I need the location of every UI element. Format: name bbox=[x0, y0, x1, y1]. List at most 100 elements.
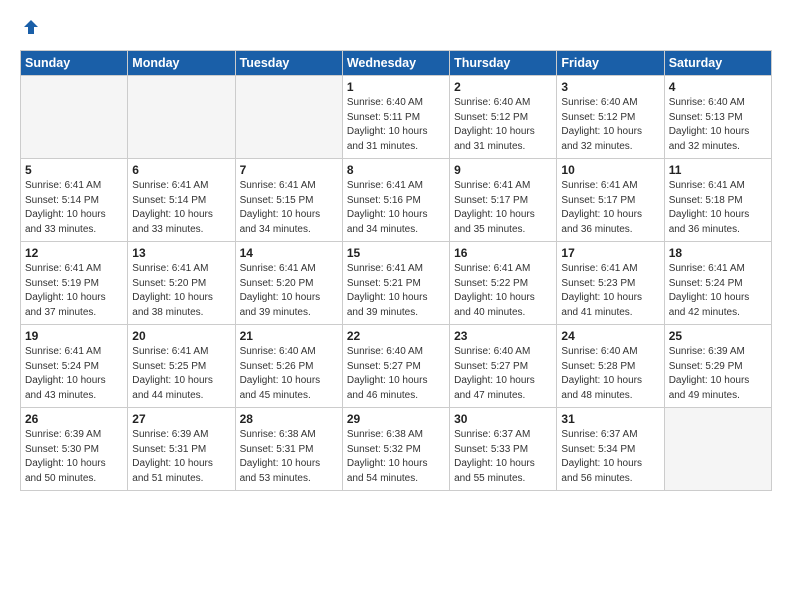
day-number: 24 bbox=[561, 329, 659, 343]
calendar-cell: 11Sunrise: 6:41 AMSunset: 5:18 PMDayligh… bbox=[664, 159, 771, 242]
calendar-cell: 6Sunrise: 6:41 AMSunset: 5:14 PMDaylight… bbox=[128, 159, 235, 242]
calendar-week-1: 1Sunrise: 6:40 AMSunset: 5:11 PMDaylight… bbox=[21, 76, 772, 159]
day-number: 7 bbox=[240, 163, 338, 177]
day-info: Sunrise: 6:40 AMSunset: 5:27 PMDaylight:… bbox=[347, 345, 445, 403]
calendar-cell: 1Sunrise: 6:40 AMSunset: 5:11 PMDaylight… bbox=[342, 76, 449, 159]
weekday-header-thursday: Thursday bbox=[450, 51, 557, 76]
day-number: 27 bbox=[132, 412, 230, 426]
day-info: Sunrise: 6:39 AMSunset: 5:31 PMDaylight:… bbox=[132, 428, 230, 486]
calendar-cell: 2 Sunrise: 6:40 AMSunset: 5:12 PMDaylight… bbox=[450, 76, 557, 159]
day-number: 29 bbox=[347, 412, 445, 426]
day-info: Sunrise: 6:41 AMSunset: 5:17 PMDaylight:… bbox=[454, 179, 552, 237]
calendar-cell: 9 Sunrise: 6:41 AMSunset: 5:17 PMDaylight… bbox=[450, 159, 557, 242]
day-number: 8 bbox=[347, 163, 445, 177]
calendar-cell: 31 Sunrise: 6:37 AMSunset: 5:34 PMDayligh… bbox=[557, 408, 664, 491]
day-number: 4 bbox=[669, 80, 767, 94]
calendar-cell: 25 Sunrise: 6:39 AMSunset: 5:29 PMDayligh… bbox=[664, 325, 771, 408]
day-info: Sunrise: 6:41 AMSunset: 5:21 PMDaylight:… bbox=[347, 262, 445, 320]
calendar-cell: 26 Sunrise: 6:39 AMSunset: 5:30 PMDayligh… bbox=[21, 408, 128, 491]
day-number: 30 bbox=[454, 412, 552, 426]
day-number: 25 bbox=[669, 329, 767, 343]
day-info: Sunrise: 6:41 AMSunset: 5:17 PMDaylight:… bbox=[561, 179, 659, 237]
calendar-cell: 5 Sunrise: 6:41 AMSunset: 5:14 PMDaylight… bbox=[21, 159, 128, 242]
weekday-header-tuesday: Tuesday bbox=[235, 51, 342, 76]
day-info: Sunrise: 6:40 AMSunset: 5:27 PMDaylight:… bbox=[454, 345, 552, 403]
calendar-cell bbox=[235, 76, 342, 159]
day-info: Sunrise: 6:40 AMSunset: 5:12 PMDaylight:… bbox=[454, 96, 552, 154]
day-info: Sunrise: 6:41 AMSunset: 5:24 PMDaylight:… bbox=[669, 262, 767, 320]
day-info: Sunrise: 6:41 AMSunset: 5:18 PMDaylight:… bbox=[669, 179, 767, 237]
weekday-header-saturday: Saturday bbox=[664, 51, 771, 76]
calendar-cell: 13 Sunrise: 6:41 AMSunset: 5:20 PMDayligh… bbox=[128, 242, 235, 325]
day-number: 13 bbox=[132, 246, 230, 260]
calendar-cell: 29 Sunrise: 6:38 AMSunset: 5:32 PMDayligh… bbox=[342, 408, 449, 491]
day-number: 31 bbox=[561, 412, 659, 426]
day-number: 17 bbox=[561, 246, 659, 260]
calendar-week-3: 12Sunrise: 6:41 AMSunset: 5:19 PMDayligh… bbox=[21, 242, 772, 325]
calendar-cell: 30 Sunrise: 6:37 AMSunset: 5:33 PMDayligh… bbox=[450, 408, 557, 491]
calendar-cell: 16 Sunrise: 6:41 AMSunset: 5:22 PMDayligh… bbox=[450, 242, 557, 325]
day-info: Sunrise: 6:41 AMSunset: 5:20 PMDaylight:… bbox=[132, 262, 230, 320]
day-info: Sunrise: 6:38 AMSunset: 5:31 PMDaylight:… bbox=[240, 428, 338, 486]
day-number: 6 bbox=[132, 163, 230, 177]
day-info: Sunrise: 6:38 AMSunset: 5:32 PMDaylight:… bbox=[347, 428, 445, 486]
day-number: 3 bbox=[561, 80, 659, 94]
day-number: 1 bbox=[347, 80, 445, 94]
calendar-week-4: 19Sunrise: 6:41 AMSunset: 5:24 PMDayligh… bbox=[21, 325, 772, 408]
calendar: SundayMondayTuesdayWednesdayThursdayFrid… bbox=[20, 50, 772, 491]
day-number: 10 bbox=[561, 163, 659, 177]
day-number: 28 bbox=[240, 412, 338, 426]
day-info: Sunrise: 6:41 AMSunset: 5:15 PMDaylight:… bbox=[240, 179, 338, 237]
calendar-cell: 21 Sunrise: 6:40 AMSunset: 5:26 PMDayligh… bbox=[235, 325, 342, 408]
day-info: Sunrise: 6:41 AMSunset: 5:14 PMDaylight:… bbox=[25, 179, 123, 237]
weekday-header-friday: Friday bbox=[557, 51, 664, 76]
calendar-cell: 3 Sunrise: 6:40 AMSunset: 5:12 PMDaylight… bbox=[557, 76, 664, 159]
calendar-cell: 22 Sunrise: 6:40 AMSunset: 5:27 PMDayligh… bbox=[342, 325, 449, 408]
day-info: Sunrise: 6:40 AMSunset: 5:26 PMDaylight:… bbox=[240, 345, 338, 403]
calendar-cell: 15 Sunrise: 6:41 AMSunset: 5:21 PMDayligh… bbox=[342, 242, 449, 325]
calendar-week-2: 5 Sunrise: 6:41 AMSunset: 5:14 PMDaylight… bbox=[21, 159, 772, 242]
weekday-header-row: SundayMondayTuesdayWednesdayThursdayFrid… bbox=[21, 51, 772, 76]
calendar-cell: 17 Sunrise: 6:41 AMSunset: 5:23 PMDayligh… bbox=[557, 242, 664, 325]
calendar-cell: 7 Sunrise: 6:41 AMSunset: 5:15 PMDaylight… bbox=[235, 159, 342, 242]
day-number: 5 bbox=[25, 163, 123, 177]
day-number: 9 bbox=[454, 163, 552, 177]
weekday-header-wednesday: Wednesday bbox=[342, 51, 449, 76]
calendar-cell: 14Sunrise: 6:41 AMSunset: 5:20 PMDayligh… bbox=[235, 242, 342, 325]
day-info: Sunrise: 6:40 AMSunset: 5:12 PMDaylight:… bbox=[561, 96, 659, 154]
day-info: Sunrise: 6:37 AMSunset: 5:33 PMDaylight:… bbox=[454, 428, 552, 486]
day-info: Sunrise: 6:39 AMSunset: 5:30 PMDaylight:… bbox=[25, 428, 123, 486]
day-number: 16 bbox=[454, 246, 552, 260]
calendar-cell: 27 Sunrise: 6:39 AMSunset: 5:31 PMDayligh… bbox=[128, 408, 235, 491]
day-info: Sunrise: 6:40 AMSunset: 5:13 PMDaylight:… bbox=[669, 96, 767, 154]
day-info: Sunrise: 6:39 AMSunset: 5:29 PMDaylight:… bbox=[669, 345, 767, 403]
page: SundayMondayTuesdayWednesdayThursdayFrid… bbox=[0, 0, 792, 509]
day-number: 19 bbox=[25, 329, 123, 343]
day-number: 22 bbox=[347, 329, 445, 343]
day-info: Sunrise: 6:41 AMSunset: 5:22 PMDaylight:… bbox=[454, 262, 552, 320]
calendar-cell: 4 Sunrise: 6:40 AMSunset: 5:13 PMDaylight… bbox=[664, 76, 771, 159]
day-number: 2 bbox=[454, 80, 552, 94]
day-number: 23 bbox=[454, 329, 552, 343]
calendar-body: 1Sunrise: 6:40 AMSunset: 5:11 PMDaylight… bbox=[21, 76, 772, 491]
day-info: Sunrise: 6:41 AMSunset: 5:16 PMDaylight:… bbox=[347, 179, 445, 237]
weekday-header-sunday: Sunday bbox=[21, 51, 128, 76]
day-info: Sunrise: 6:40 AMSunset: 5:28 PMDaylight:… bbox=[561, 345, 659, 403]
calendar-cell: 20Sunrise: 6:41 AMSunset: 5:25 PMDayligh… bbox=[128, 325, 235, 408]
logo bbox=[20, 18, 40, 38]
day-number: 21 bbox=[240, 329, 338, 343]
calendar-cell: 24 Sunrise: 6:40 AMSunset: 5:28 PMDayligh… bbox=[557, 325, 664, 408]
day-number: 26 bbox=[25, 412, 123, 426]
calendar-cell: 12Sunrise: 6:41 AMSunset: 5:19 PMDayligh… bbox=[21, 242, 128, 325]
calendar-cell: 23 Sunrise: 6:40 AMSunset: 5:27 PMDayligh… bbox=[450, 325, 557, 408]
day-info: Sunrise: 6:37 AMSunset: 5:34 PMDaylight:… bbox=[561, 428, 659, 486]
calendar-cell bbox=[21, 76, 128, 159]
calendar-cell: 10 Sunrise: 6:41 AMSunset: 5:17 PMDayligh… bbox=[557, 159, 664, 242]
calendar-cell: 8 Sunrise: 6:41 AMSunset: 5:16 PMDaylight… bbox=[342, 159, 449, 242]
day-number: 12 bbox=[25, 246, 123, 260]
header bbox=[20, 18, 772, 38]
day-number: 15 bbox=[347, 246, 445, 260]
calendar-header: SundayMondayTuesdayWednesdayThursdayFrid… bbox=[21, 51, 772, 76]
day-number: 20 bbox=[132, 329, 230, 343]
day-info: Sunrise: 6:41 AMSunset: 5:23 PMDaylight:… bbox=[561, 262, 659, 320]
